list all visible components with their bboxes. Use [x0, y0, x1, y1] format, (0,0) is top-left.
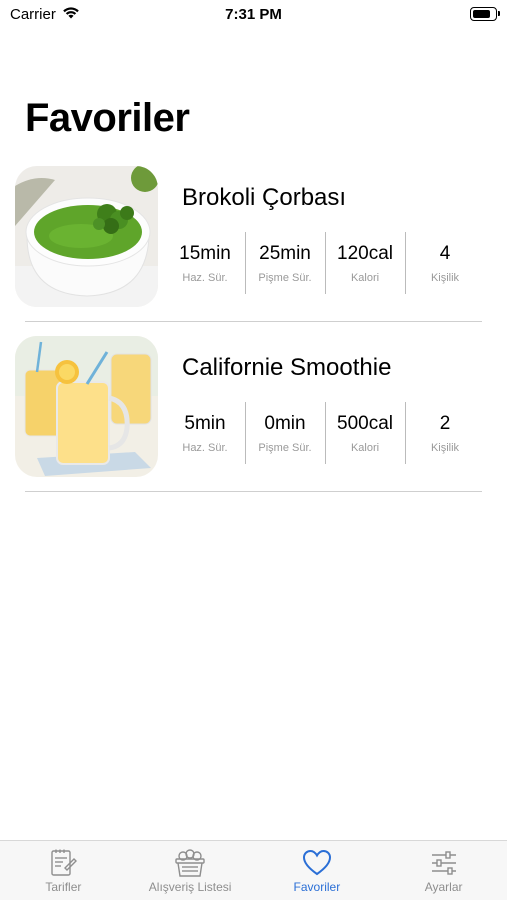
page-title: Favoriler: [25, 96, 190, 140]
heart-icon: [302, 849, 331, 876]
shopping-basket-icon: [175, 849, 205, 877]
stat-label: Pişme Sür.: [258, 272, 312, 284]
cook-time-stat: 0min Pişme Sür.: [245, 402, 325, 464]
row-divider: [25, 321, 482, 322]
stat-label: Pişme Sür.: [258, 442, 312, 454]
stat-label: Haz. Sür.: [182, 272, 228, 284]
status-bar: Carrier 7:31 PM: [0, 0, 507, 30]
prep-time-stat: 5min Haz. Sür.: [165, 402, 245, 464]
stat-label: Kalori: [350, 442, 380, 454]
status-time: 7:31 PM: [225, 6, 282, 23]
recipe-card[interactable]: Californie Smoothie 5min Haz. Sür. 0min …: [0, 330, 507, 500]
broccoli-soup-image: [15, 166, 158, 307]
stat-value: 5min: [184, 413, 226, 434]
calories-stat: 120cal Kalori: [325, 232, 405, 294]
smoothie-image: [15, 336, 158, 477]
tab-label: Tarifler: [45, 880, 82, 894]
stat-value: 25min: [259, 243, 311, 264]
tab-recipes[interactable]: Tarifler: [0, 841, 127, 900]
stat-label: Kalori: [350, 272, 380, 284]
stat-label: Kişilik: [430, 442, 460, 454]
stat-value: 2: [439, 413, 451, 434]
recipe-book-icon: [51, 849, 78, 876]
recipe-name: Californie Smoothie: [182, 354, 392, 381]
tab-label: Ayarlar: [424, 880, 463, 894]
sliders-icon: [431, 851, 456, 875]
cook-time-stat: 25min Pişme Sür.: [245, 232, 325, 294]
stat-label: Haz. Sür.: [182, 442, 228, 454]
servings-stat: 4 Kişilik: [405, 232, 485, 294]
recipe-card[interactable]: Brokoli Çorbası 15min Haz. Sür. 25min Pi…: [0, 160, 507, 330]
tab-bar: Tarifler Alışveriş Listesi Favoriler Aya…: [0, 840, 507, 900]
tab-shopping-list[interactable]: Alışveriş Listesi: [127, 841, 254, 900]
servings-stat: 2 Kişilik: [405, 402, 485, 464]
recipe-name: Brokoli Çorbası: [182, 184, 347, 211]
recipe-stats: 15min Haz. Sür. 25min Pişme Sür. 120cal …: [165, 232, 485, 294]
stat-value: 15min: [179, 243, 231, 264]
prep-time-stat: 15min Haz. Sür.: [165, 232, 245, 294]
recipe-stats: 5min Haz. Sür. 0min Pişme Sür. 500cal Ka…: [165, 402, 485, 464]
stat-label: Kişilik: [430, 272, 460, 284]
stat-value: 4: [439, 243, 451, 264]
favorites-list: Brokoli Çorbası 15min Haz. Sür. 25min Pi…: [0, 160, 507, 500]
stat-value: 0min: [264, 413, 306, 434]
calories-stat: 500cal Kalori: [325, 402, 405, 464]
battery-icon: [470, 7, 500, 21]
tab-label: Favoriler: [293, 880, 341, 894]
battery-level: [473, 10, 490, 18]
stat-value: 120cal: [337, 243, 393, 264]
tab-label: Alışveriş Listesi: [148, 880, 232, 894]
tab-settings[interactable]: Ayarlar: [380, 841, 507, 900]
tab-favorites[interactable]: Favoriler: [254, 841, 381, 900]
row-divider: [25, 491, 482, 492]
stat-value: 500cal: [337, 413, 393, 434]
